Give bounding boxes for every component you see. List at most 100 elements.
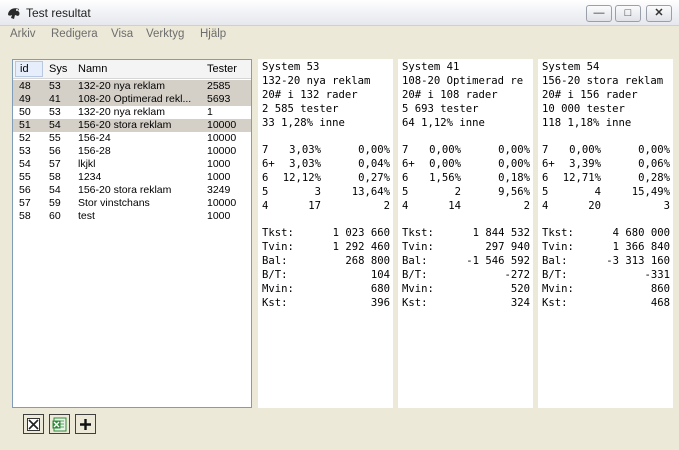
stat-value: -272 (504, 269, 530, 281)
excel-export-button[interactable] (49, 414, 70, 434)
odds-value-a: 2 (454, 186, 461, 198)
system-header-line: System 54 (542, 61, 600, 73)
stat-value: 324 (510, 297, 530, 309)
stat-row: Bal: -1 546 592 (402, 255, 530, 268)
stat-label: Tvin: (542, 241, 574, 253)
list-row[interactable]: 55 58 1234 1000 (13, 171, 251, 184)
list-row[interactable]: 48 53 132-20 nya reklam 2585 (13, 80, 251, 93)
odds-value-b: 3 (663, 200, 670, 212)
stat-value: 104 (370, 269, 390, 281)
odds-row: 4 14 2 (402, 200, 530, 213)
menu-visa[interactable]: Visa (111, 28, 133, 40)
stat-value: 4 680 000 (612, 227, 670, 239)
close-tool-button[interactable] (23, 414, 44, 434)
column-header-namn[interactable]: Namn (78, 63, 107, 75)
minimize-icon: — (593, 7, 605, 19)
stat-label: Bal: (542, 255, 568, 267)
odds-row: 4 17 2 (262, 200, 390, 213)
window-title: Test resultat (26, 6, 91, 20)
minimize-button[interactable]: — (586, 5, 612, 22)
odds-value-a: 20 (588, 200, 601, 212)
odds-value-b: 0,00% (638, 144, 670, 156)
odds-rank: 6 (402, 172, 409, 184)
list-row[interactable]: 49 41 108-20 Optimerad rekl... 5693 (13, 93, 251, 106)
system-header-line: 10 000 tester (542, 103, 625, 115)
list-row[interactable]: 50 53 132-20 nya reklam 1 (13, 106, 251, 119)
stat-value: 1 023 660 (332, 227, 390, 239)
stat-value: 520 (510, 283, 530, 295)
menu-redigera[interactable]: Redigera (51, 28, 98, 40)
stat-row: Mvin: 860 (542, 283, 670, 296)
odds-rank: 5 (402, 186, 409, 198)
stat-row: Tvin: 1 366 840 (542, 241, 670, 254)
list-row[interactable]: 58 60 test 1000 (13, 210, 251, 223)
stat-row: Mvin: 520 (402, 283, 530, 296)
stat-row: B/T: -272 (402, 269, 530, 282)
odds-rank: 6 (262, 172, 269, 184)
close-icon: ✕ (654, 7, 664, 19)
odds-rank: 7 (402, 144, 409, 156)
app-icon (8, 8, 20, 19)
column-header-tester[interactable]: Tester (207, 63, 237, 75)
list-header: id Sys Namn Tester (13, 60, 251, 79)
add-button[interactable] (75, 414, 96, 434)
stat-row: Bal: -3 313 160 (542, 255, 670, 268)
list-row[interactable]: 51 54 156-20 stora reklam 10000 (13, 119, 251, 132)
menu-hjalp[interactable]: Hjälp (200, 28, 226, 40)
menu-arkiv[interactable]: Arkiv (10, 28, 36, 40)
menu-verktyg[interactable]: Verktyg (146, 28, 184, 40)
odds-rank: 6+ (262, 158, 275, 170)
stat-row: Mvin: 680 (262, 283, 390, 296)
maximize-button[interactable]: □ (615, 5, 641, 22)
row-namn: 132-20 nya reklam (78, 106, 165, 118)
odds-row: 5 4 15,49% (542, 186, 670, 199)
stat-row: Kst: 396 (262, 297, 390, 310)
column-header-id[interactable]: id (15, 61, 43, 77)
row-tester: 1000 (207, 171, 231, 183)
list-row[interactable]: 52 55 156-24 10000 (13, 132, 251, 145)
row-id: 53 (19, 145, 31, 157)
list-row[interactable]: 57 59 Stor vinstchans 10000 (13, 197, 251, 210)
odds-row: 7 0,00% 0,00% (402, 144, 530, 157)
odds-value-a: 3,03% (289, 158, 321, 170)
system-header-line: System 41 (402, 61, 460, 73)
list-row[interactable]: 53 56 156-28 10000 (13, 145, 251, 158)
odds-rank: 7 (542, 144, 549, 156)
row-namn: lkjkl (78, 158, 96, 170)
odds-value-a: 1,56% (429, 172, 461, 184)
stat-label: B/T: (402, 269, 428, 281)
row-namn: test (78, 210, 95, 222)
row-id: 57 (19, 197, 31, 209)
odds-row: 6 12,71% 0,28% (542, 172, 670, 185)
row-id: 50 (19, 106, 31, 118)
stat-label: Tvin: (402, 241, 434, 253)
odds-value-a: 3,03% (289, 144, 321, 156)
title-bar[interactable]: Test resultat — □ ✕ (0, 0, 679, 26)
system-result-panel: System 53 132-20 nya reklam 20# i 132 rade… (258, 59, 393, 408)
stat-value: -1 546 592 (466, 255, 530, 267)
test-list[interactable]: id Sys Namn Tester 48 53 132-20 nya reklam… (12, 59, 252, 408)
row-id: 54 (19, 158, 31, 170)
stat-label: Tkst: (402, 227, 434, 239)
odds-value-a: 17 (308, 200, 321, 212)
odds-value-b: 0,00% (498, 158, 530, 170)
odds-rank: 6+ (402, 158, 415, 170)
stat-row: B/T: 104 (262, 269, 390, 282)
stat-label: B/T: (542, 269, 568, 281)
column-header-sys[interactable]: Sys (49, 63, 67, 75)
stat-value: 268 800 (345, 255, 390, 267)
odds-value-b: 2 (523, 200, 530, 212)
list-row[interactable]: 56 54 156-20 stora reklam 3249 (13, 184, 251, 197)
row-sys: 54 (49, 119, 61, 131)
row-id: 55 (19, 171, 31, 183)
close-button[interactable]: ✕ (646, 5, 672, 22)
row-sys: 53 (49, 80, 61, 92)
system-header-line: 132-20 nya reklam (262, 75, 371, 87)
stat-label: Tvin: (262, 241, 294, 253)
row-id: 58 (19, 210, 31, 222)
odds-value-b: 0,04% (358, 158, 390, 170)
list-row[interactable]: 54 57 lkjkl 1000 (13, 158, 251, 171)
odds-row: 6+ 3,03% 0,04% (262, 158, 390, 171)
row-tester: 10000 (207, 197, 237, 209)
row-sys: 58 (49, 171, 61, 183)
